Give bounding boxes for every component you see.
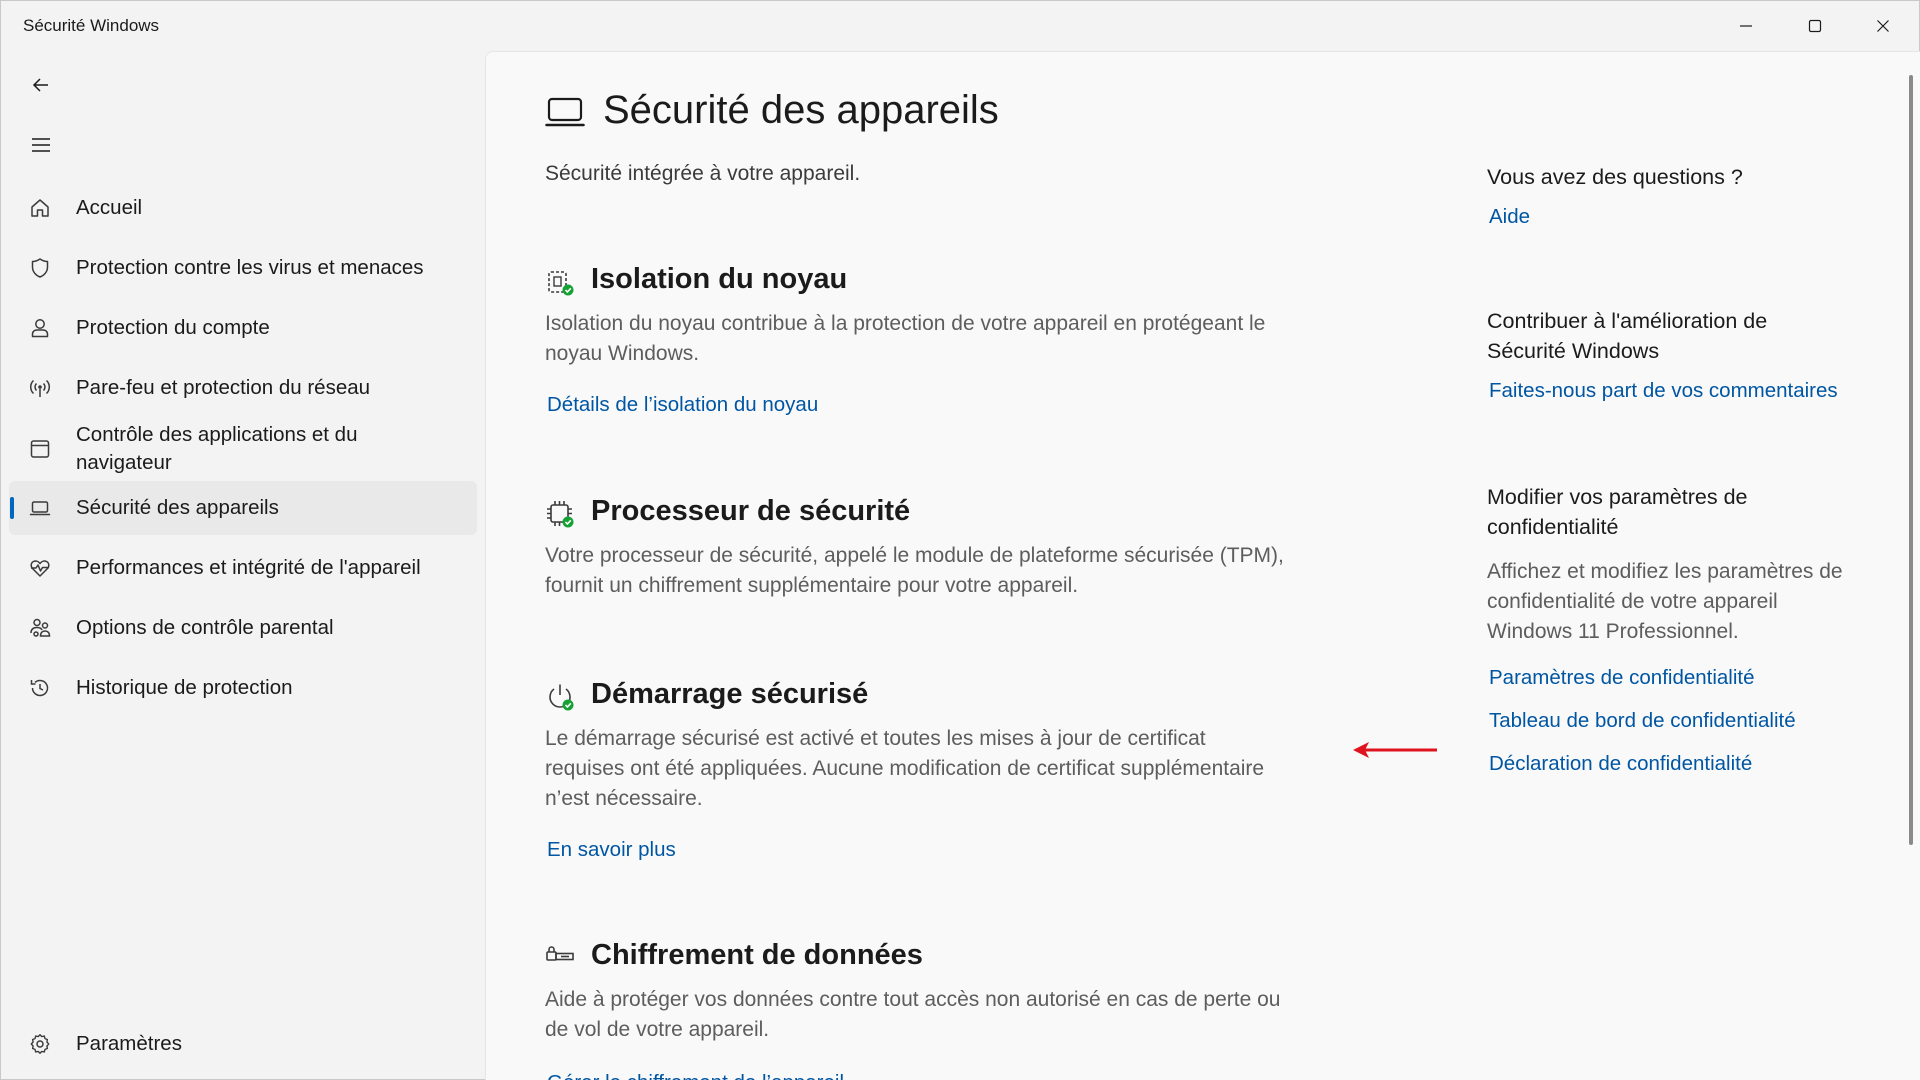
close-button[interactable]: [1849, 1, 1917, 51]
section-title: Démarrage sécurisé: [591, 678, 869, 710]
maximize-button[interactable]: [1781, 1, 1849, 51]
title-bar: Sécurité Windows: [1, 1, 1919, 51]
manage-encryption-link[interactable]: Gérer le chiffrement de l’appareil: [547, 1071, 844, 1080]
sidebar-item-label: Paramètres: [76, 1032, 182, 1055]
questions-heading: Vous avez des questions ?: [1487, 165, 1743, 189]
scrollbar-thumb[interactable]: [1909, 75, 1913, 845]
section-core-isolation: Isolation du noyau Isolation du noyau co…: [545, 263, 1285, 417]
sidebar-item-label: Sécurité des appareils: [76, 496, 279, 519]
app-browser-icon: [27, 436, 53, 462]
sidebar: Accueil Protection contre les virus et m…: [1, 51, 485, 1080]
page-title: Sécurité des appareils: [603, 88, 999, 132]
history-icon: [27, 675, 53, 701]
learn-more-link[interactable]: En savoir plus: [547, 838, 676, 862]
wifi-antenna-icon: [27, 375, 53, 401]
sidebar-item-label: Accueil: [76, 196, 143, 219]
section-title: Isolation du noyau: [591, 263, 848, 295]
hamburger-icon: [32, 138, 50, 152]
minimize-button[interactable]: [1712, 1, 1780, 51]
sidebar-item-device-security[interactable]: Sécurité des appareils: [9, 481, 477, 535]
menu-button[interactable]: [21, 125, 61, 165]
section-description: Isolation du noyau contribue à la protec…: [545, 312, 1266, 365]
laptop-icon: [27, 495, 53, 521]
back-button[interactable]: [21, 65, 61, 105]
section-description: Le démarrage sécurisé est activé et tout…: [545, 727, 1265, 810]
core-isolation-icon: [548, 271, 574, 296]
help-link[interactable]: Aide: [1489, 205, 1530, 229]
sidebar-item-settings[interactable]: Paramètres: [9, 1017, 477, 1071]
privacy-settings-link[interactable]: Paramètres de confidentialité: [1489, 666, 1755, 690]
sidebar-item-label: Protection du compte: [76, 316, 270, 339]
privacy-heading: Modifier vos paramètres de confidentiali…: [1487, 485, 1748, 539]
sidebar-item-account-protection[interactable]: Protection du compte: [9, 301, 477, 355]
questions-panel: Vous avez des questions ? Aide: [1487, 162, 1887, 242]
sidebar-item-label: Performances et intégrité de l'appareil: [76, 556, 421, 579]
lock-key-icon: [546, 946, 574, 961]
privacy-dashboard-link[interactable]: Tableau de bord de confidentialité: [1489, 709, 1796, 733]
section-secure-boot: Démarrage sécurisé Le démarrage sécurisé…: [545, 678, 1285, 862]
window-title: Sécurité Windows: [23, 16, 160, 35]
minimize-icon: [1740, 25, 1752, 27]
sidebar-item-label: Contrôle des applications et du navigate…: [76, 423, 358, 474]
section-security-processor: Processeur de sécurité Votre processeur …: [545, 495, 1285, 609]
sidebar-item-label: Options de contrôle parental: [76, 616, 334, 639]
privacy-statement-link[interactable]: Déclaration de confidentialité: [1489, 752, 1752, 776]
section-data-encryption: Chiffrement de données Aide à protéger v…: [545, 939, 1285, 1080]
shield-icon: [27, 255, 53, 281]
sidebar-item-accueil[interactable]: Accueil: [9, 181, 477, 235]
close-icon: [1877, 20, 1889, 32]
power-icon: [549, 684, 574, 711]
laptop-icon: [545, 97, 585, 127]
family-icon: [27, 615, 53, 641]
sidebar-item-device-performance[interactable]: Performances et intégrité de l'appareil: [9, 541, 477, 595]
sidebar-item-label: Historique de protection: [76, 676, 293, 699]
section-description: Aide à protéger vos données contre tout …: [545, 988, 1281, 1041]
section-title: Chiffrement de données: [591, 939, 923, 971]
core-isolation-details-link[interactable]: Détails de l’isolation du noyau: [547, 393, 818, 417]
chip-icon: [547, 501, 574, 528]
feedback-link[interactable]: Faites-nous part de vos commentaires: [1489, 379, 1838, 403]
page-subtitle: Sécurité intégrée à votre appareil.: [545, 162, 861, 185]
sidebar-item-protection-history[interactable]: Historique de protection: [9, 661, 477, 715]
main-content: Sécurité des appareils Sécurité intégrée…: [485, 51, 1920, 1080]
sidebar-item-family-options[interactable]: Options de contrôle parental: [9, 601, 477, 655]
privacy-panel: Modifier vos paramètres de confidentiali…: [1487, 482, 1887, 782]
heart-pulse-icon: [27, 555, 53, 581]
feedback-panel: Contribuer à l'amélioration de Sécurité …: [1487, 306, 1887, 436]
person-icon: [27, 315, 53, 341]
home-icon: [27, 195, 53, 221]
section-title: Processeur de sécurité: [591, 495, 911, 527]
gear-icon: [27, 1031, 53, 1057]
privacy-text: Affichez et modifiez les paramètres de c…: [1487, 560, 1843, 643]
sidebar-item-app-browser-control[interactable]: Contrôle des applications et du navigate…: [9, 418, 477, 480]
sidebar-item-label: Pare-feu et protection du réseau: [76, 376, 371, 399]
back-arrow-icon: [32, 78, 48, 92]
app-window: Sécurité Windows Accueil Protection cont…: [0, 0, 1920, 1080]
maximize-icon: [1808, 19, 1822, 33]
feedback-heading: Contribuer à l'amélioration de Sécurité …: [1487, 309, 1768, 363]
section-description: Votre processeur de sécurité, appelé le …: [545, 544, 1284, 597]
sidebar-item-label: Protection contre les virus et menaces: [76, 256, 424, 279]
annotation-arrow-icon: [1353, 742, 1437, 758]
sidebar-item-firewall[interactable]: Pare-feu et protection du réseau: [9, 361, 477, 415]
sidebar-item-virus-protection[interactable]: Protection contre les virus et menaces: [9, 241, 477, 295]
